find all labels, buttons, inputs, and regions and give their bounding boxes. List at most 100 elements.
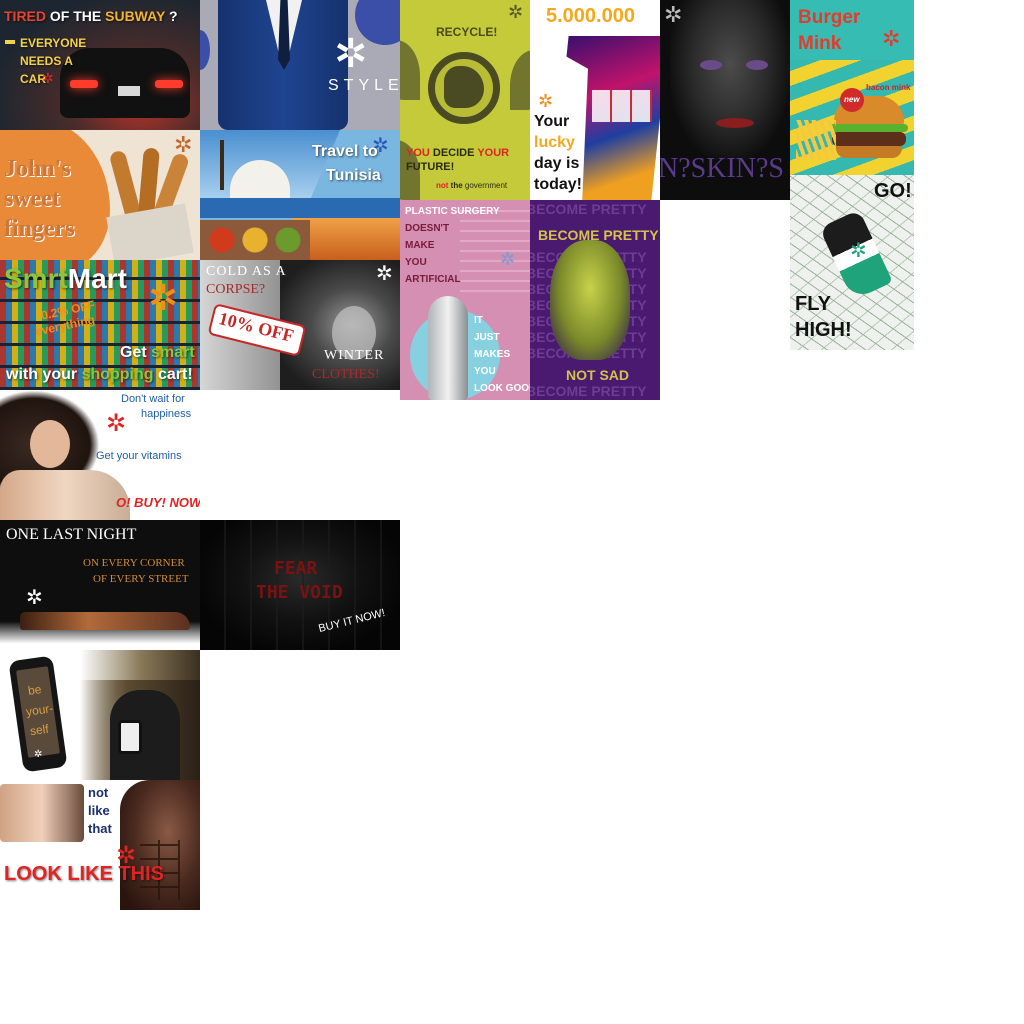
slogan-2: FUTURE!	[406, 161, 455, 173]
car-taillight	[70, 80, 98, 88]
line-3: self	[29, 721, 50, 739]
ad-fear-the-void[interactable]: FEAR THE VOID BUY IT NOW!	[200, 520, 400, 650]
go-label: GO!	[874, 180, 912, 202]
line-1: Your	[534, 113, 570, 130]
tagline-2: with your shopping cart!	[6, 366, 193, 383]
headline: TIRED OF THE SUBWAY ?	[4, 8, 178, 24]
ad-become-pretty[interactable]: BECOME PRETTY BECOME PRETTY BECOME PRETT…	[530, 200, 660, 400]
title: BECOME PRETTY	[538, 227, 659, 243]
skin-text: N?SKIN?S	[660, 153, 784, 184]
subline-2: NEEDS A	[20, 54, 73, 68]
mouth	[716, 118, 754, 128]
ad-travel-tunisia[interactable]: ✲ Travel to Tunisia	[200, 130, 400, 260]
car-taillight	[155, 80, 183, 88]
line-4: today!	[534, 176, 582, 193]
brand-star-icon: ✲	[508, 2, 524, 22]
line-1: John's	[4, 156, 71, 182]
brand-name: SmrtMart	[4, 263, 127, 294]
ad-one-last-night[interactable]: ✲ ONE LAST NIGHT ON EVERY CORNER OF EVER…	[0, 520, 200, 650]
reclining-figure	[20, 612, 190, 630]
line-1: PLASTIC SURGERY	[405, 206, 500, 217]
tagline-1: Get smart	[120, 344, 195, 361]
slogan-1: YOU DECIDE YOUR	[406, 147, 510, 159]
ad-plastic-surgery[interactable]: ✲ PLASTIC SURGERY DOESN'T MAKE YOU ARTIF…	[400, 200, 530, 400]
wave-pattern	[460, 210, 530, 300]
line-3: that	[88, 821, 112, 836]
line-8: MAKES	[474, 349, 511, 360]
leaf-shape	[400, 40, 420, 100]
line-7: JUST	[474, 332, 500, 343]
line-2: HIGH!	[795, 319, 852, 341]
woman-face	[30, 420, 70, 468]
sub-label: bacon mink	[866, 83, 911, 92]
line-4: YOU	[405, 257, 427, 268]
new-badge-label: new	[844, 95, 860, 104]
brand-star-icon: ✲	[882, 26, 901, 51]
ad-skin[interactable]: ✲ N?SKIN?S	[660, 0, 790, 200]
headline: LOOK LIKE THIS	[4, 863, 164, 885]
jackpot-amount: 5.000.000	[546, 5, 635, 27]
statue-figure	[428, 296, 468, 400]
eye-left	[700, 60, 722, 70]
sea	[200, 198, 400, 218]
line-2: ON EVERY CORNER	[83, 557, 185, 569]
face	[670, 0, 790, 160]
fries	[796, 120, 836, 160]
brand-star-icon: ✲	[148, 277, 179, 318]
burger-lettuce	[830, 124, 908, 132]
line-3: WINTER	[324, 348, 385, 363]
bottom-label: NOT SAD	[566, 367, 629, 383]
title: RECYCLE!	[436, 25, 498, 39]
brand-star-icon: ✲	[34, 749, 43, 760]
line-1: ONE LAST NIGHT	[6, 526, 137, 543]
line-9: YOU	[474, 366, 496, 377]
eye-right	[746, 60, 768, 70]
ad-burger-mink[interactable]: Burger Mink ✲ new bacon mink	[790, 0, 914, 175]
ad-cold-as-corpse[interactable]: ✲ COLD AS A CORPSE? 10% OFF WINTER CLOTH…	[200, 260, 400, 390]
line-3: OF EVERY STREET	[93, 573, 189, 585]
line-3: fingers	[4, 216, 75, 242]
brand-star-icon: ✲	[850, 240, 867, 262]
ad-vitamins[interactable]: ✲ Don't wait for happiness Get your vita…	[0, 390, 200, 520]
line-1: be	[27, 682, 43, 698]
ad-johns-sweet-fingers[interactable]: ✲ John's sweet fingers	[0, 130, 200, 260]
ad-fly-high[interactable]: ✲ GO! FLY HIGH!	[790, 175, 914, 350]
ad-smrtmart[interactable]: ✲ SmrtMart 0.2% OFF everything Get smart…	[0, 260, 200, 390]
ad-look-like-this[interactable]: not like that ✲ LOOK LIKE THIS	[0, 780, 200, 910]
ad-tired-of-subway[interactable]: TIRED OF THE SUBWAY ? EVERYONE NEEDS A C…	[0, 0, 200, 130]
line-2: DOESN'T	[405, 223, 450, 234]
line-1: Travel to	[312, 143, 378, 160]
line-2: sweet	[4, 186, 60, 212]
line-3: MAKE	[405, 240, 435, 251]
line-3: Get your vitamins	[96, 450, 182, 462]
ad-style-suit[interactable]: ✲ STYLE.	[200, 0, 400, 130]
line-1: COLD AS A	[206, 264, 287, 279]
newspaper-wrap	[106, 203, 194, 260]
brand-star-icon: ✲	[174, 132, 193, 157]
slot-reels	[592, 90, 652, 122]
line-2: like	[88, 803, 110, 818]
ad-recycle[interactable]: ✲ RECYCLE! YOU DECIDE YOUR FUTURE! not t…	[400, 0, 530, 200]
brand-star-icon: ✲	[376, 263, 393, 285]
burger-bottom	[836, 146, 902, 158]
brand-star-icon: ✲	[334, 32, 368, 76]
bullet-icon	[5, 40, 15, 44]
ad-lottery[interactable]: 5.000.000 ✲ Your lucky day is today!	[530, 0, 660, 200]
brand-line-2: Mink	[798, 33, 842, 54]
brand-star-icon: ✲	[26, 587, 43, 609]
ad-be-yourself[interactable]: be your- self ✲	[0, 650, 200, 780]
line-4: CLOTHES!	[312, 367, 380, 382]
palm-tree	[220, 140, 224, 190]
line-1: Don't wait for	[121, 393, 185, 405]
brand-star-icon: ✲	[106, 410, 127, 437]
cta: O! BUY! NOW!	[116, 495, 200, 510]
car-plate	[118, 86, 140, 96]
line-10: LOOK GOOD	[474, 383, 530, 394]
face	[550, 240, 630, 360]
brand-star-icon: ✲	[500, 249, 516, 269]
bg-repeat-9: BECOME PRETTY	[530, 383, 647, 399]
line-2: Tunisia	[326, 167, 381, 184]
globe-land	[444, 66, 484, 108]
line-1: not	[88, 785, 109, 800]
polka-dot	[200, 30, 210, 70]
